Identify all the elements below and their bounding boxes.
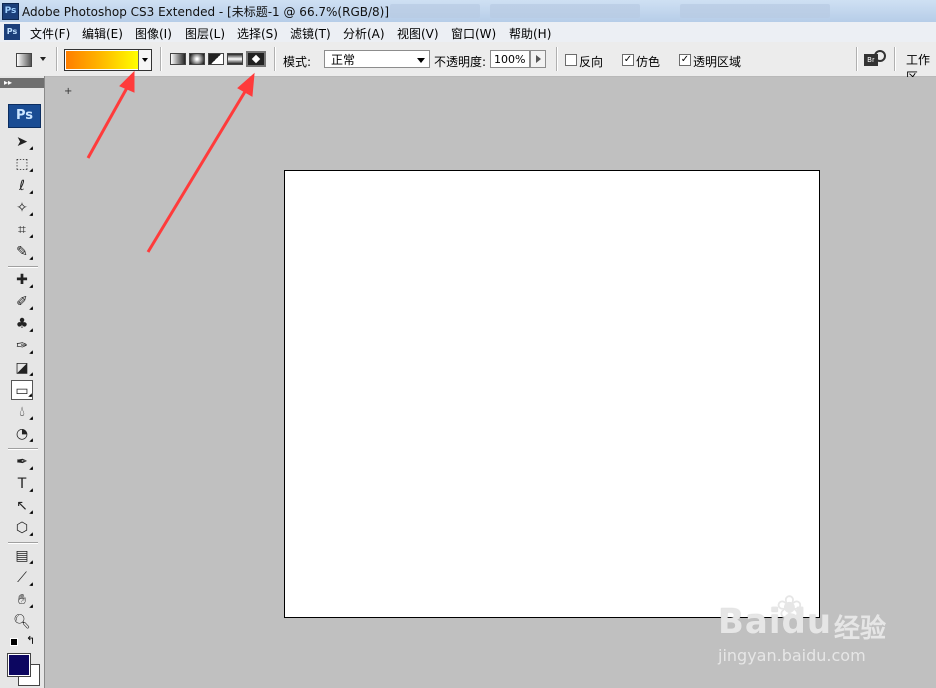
mode-value: 正常	[331, 53, 356, 67]
title-bar: Ps Adobe Photoshop CS3 Extended - [未标题-1…	[0, 0, 936, 23]
menu-bar: Ps 文件(F) 编辑(E) 图像(I) 图层(L) 选择(S) 滤镜(T) 分…	[0, 22, 936, 43]
move-tool-icon[interactable]: ➤	[11, 132, 33, 152]
gradient-dropdown-button[interactable]	[138, 50, 151, 70]
menu-analysis[interactable]: 分析(A)	[343, 25, 385, 42]
hand-tool-icon[interactable]: ✋︎	[11, 590, 33, 610]
watermark-product: 经验	[834, 614, 887, 644]
watermark-url: jingyan.baidu.com	[718, 646, 866, 665]
history-brush-tool-icon[interactable]: ✑	[11, 336, 33, 356]
divider	[274, 47, 276, 71]
zoom-tool-icon[interactable]: 🔍︎	[11, 612, 33, 632]
foreground-color-swatch[interactable]	[7, 653, 31, 677]
chevron-down-icon	[40, 57, 46, 61]
toolbox: ▸▸ Ps ➤ ⬚ ℓ ✧ ⌗ ✎ ✚ ✐ ♣ ✑ ◪ ▭ 💧︎ ◔ ✒ T ↖…	[0, 76, 45, 688]
angle-gradient-icon[interactable]	[208, 53, 224, 65]
menu-edit[interactable]: 编辑(E)	[82, 25, 123, 42]
shape-tool-icon[interactable]: ⬡	[11, 518, 33, 538]
menu-file[interactable]: 文件(F)	[30, 25, 70, 42]
menu-layer[interactable]: 图层(L)	[185, 25, 225, 42]
photoshop-app-icon: Ps	[2, 3, 19, 20]
tool-preset-picker[interactable]	[10, 50, 48, 68]
paw-icon: ❀	[776, 588, 803, 626]
brush-tool-icon[interactable]: ✐	[11, 292, 33, 312]
menu-filter[interactable]: 滤镜(T)	[290, 25, 331, 42]
divider	[556, 47, 558, 71]
mode-label: 模式:	[283, 55, 312, 69]
baidu-watermark: Baidu ❀ 经验 jingyan.baidu.com	[714, 588, 904, 668]
magnifier-icon	[874, 50, 886, 62]
opacity-slider-button[interactable]	[530, 50, 546, 68]
chevron-down-icon	[417, 58, 425, 63]
reverse-checkbox[interactable]	[565, 54, 577, 66]
blur-tool-icon[interactable]: 💧︎	[11, 402, 33, 422]
slice-tool-icon[interactable]: ✎	[11, 242, 33, 262]
document-canvas[interactable]	[284, 170, 820, 618]
transparency-label: 透明区域	[693, 55, 742, 69]
divider	[8, 542, 38, 544]
menu-window[interactable]: 窗口(W)	[451, 25, 496, 42]
pen-tool-icon[interactable]: ✒	[11, 452, 33, 472]
clone-stamp-tool-icon[interactable]: ♣	[11, 314, 33, 334]
blurred-taskbar-region	[680, 4, 830, 18]
healing-brush-tool-icon[interactable]: ✚	[11, 270, 33, 290]
gradient-tool-icon[interactable]: ▭	[11, 380, 33, 400]
menu-image[interactable]: 图像(I)	[135, 25, 172, 42]
dither-checkbox[interactable]: ✓	[622, 54, 634, 66]
divider	[856, 47, 858, 71]
reverse-label: 反向	[579, 55, 604, 69]
menu-select[interactable]: 选择(S)	[237, 25, 278, 42]
mode-select[interactable]: 正常	[324, 50, 430, 68]
notes-tool-icon[interactable]: ▤	[11, 546, 33, 566]
type-tool-icon[interactable]: T	[11, 474, 33, 494]
photoshop-logo[interactable]: Ps	[8, 104, 41, 128]
swap-colors-icon[interactable]: ↰	[26, 634, 35, 647]
document-icon[interactable]: Ps	[4, 24, 20, 40]
radial-gradient-icon[interactable]	[189, 53, 205, 65]
lasso-tool-icon[interactable]: ℓ	[11, 176, 33, 196]
opacity-label: 不透明度:	[434, 55, 487, 69]
dodge-tool-icon[interactable]: ◔	[11, 424, 33, 444]
tool-options-bar: 模式: 正常 不透明度: 100% 反向 ✓ 仿色 ✓ 透明区域 Br 工作区	[0, 42, 936, 84]
window-title: Adobe Photoshop CS3 Extended - [未标题-1 @ …	[22, 5, 390, 19]
gradient-tool-icon	[16, 53, 32, 67]
menu-view[interactable]: 视图(V)	[397, 25, 439, 42]
linear-gradient-icon[interactable]	[170, 53, 186, 65]
bridge-button[interactable]: Br	[862, 48, 886, 70]
crop-tool-icon[interactable]: ⌗	[11, 220, 33, 240]
divider	[160, 47, 162, 71]
crosshair-cursor-icon: +	[64, 86, 73, 97]
divider	[894, 47, 896, 71]
divider	[8, 448, 38, 450]
menu-help[interactable]: 帮助(H)	[509, 25, 551, 42]
diamond-gradient-icon[interactable]	[246, 51, 266, 67]
magic-wand-tool-icon[interactable]: ✧	[11, 198, 33, 218]
blurred-taskbar-region	[490, 4, 640, 18]
default-colors-icon[interactable]	[10, 638, 18, 646]
reflected-gradient-icon[interactable]	[227, 53, 243, 65]
dither-label: 仿色	[636, 55, 661, 69]
eyedropper-tool-icon[interactable]: ⟋	[11, 568, 33, 588]
toolbox-grip[interactable]: ▸▸	[0, 78, 44, 88]
marquee-tool-icon[interactable]: ⬚	[11, 154, 33, 174]
double-chevron-icon: ▸▸	[4, 78, 13, 87]
opacity-input[interactable]: 100%	[490, 50, 530, 68]
eraser-tool-icon[interactable]: ◪	[11, 358, 33, 378]
divider	[8, 266, 38, 268]
divider	[56, 47, 58, 71]
gradient-preview[interactable]	[66, 51, 138, 69]
blurred-taskbar-region	[390, 4, 480, 18]
gradient-picker[interactable]	[64, 49, 152, 71]
path-selection-tool-icon[interactable]: ↖	[11, 496, 33, 516]
transparency-checkbox[interactable]: ✓	[679, 54, 691, 66]
